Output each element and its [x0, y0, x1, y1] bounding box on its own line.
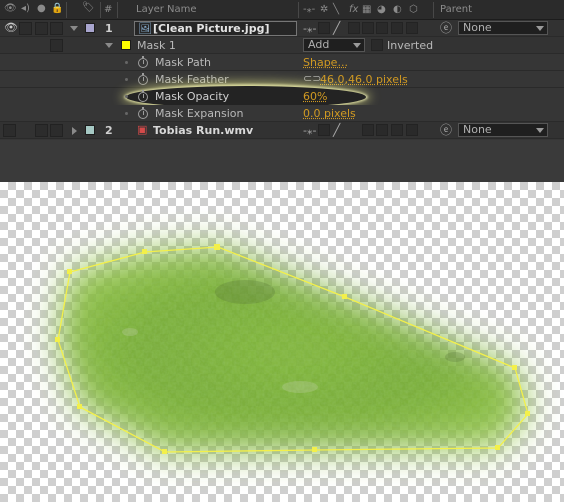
chevron-down-icon — [353, 43, 361, 48]
mask-feather-value[interactable]: 46.0,46.0 pixels — [320, 73, 408, 86]
solo-toggle[interactable] — [35, 22, 48, 35]
mask-mode-dropdown[interactable]: Add — [303, 38, 365, 52]
layer-label-color[interactable] — [85, 23, 95, 33]
collapse-switch-icon: ✲ — [320, 4, 329, 15]
property-label: Mask Opacity — [155, 90, 230, 103]
layer-name-header[interactable]: Layer Name — [136, 4, 197, 15]
fx-switch-icon: fx — [349, 4, 359, 15]
mask-lock-toggle[interactable] — [50, 39, 63, 52]
property-label: Mask Expansion — [155, 107, 244, 120]
adjustment-switch[interactable] — [391, 22, 403, 34]
collapse-switch[interactable] — [318, 22, 330, 34]
mask-expansion-value[interactable]: 0.0 pixels — [303, 107, 356, 120]
layer-number: 1 — [105, 22, 113, 35]
parent-pickwhip-icon[interactable]: ⓔ — [440, 124, 452, 136]
audio-toggle[interactable] — [19, 22, 32, 35]
quality-switch-icon[interactable]: ╱ — [333, 124, 340, 136]
chevron-down-icon — [536, 26, 544, 31]
composition-viewer[interactable] — [0, 182, 564, 502]
layer-label-color[interactable] — [85, 125, 95, 135]
motion-blur-switch[interactable] — [376, 22, 388, 34]
property-label: Mask Path — [155, 56, 211, 69]
layer-number-header: # — [104, 4, 113, 15]
parent-dropdown[interactable]: None — [458, 21, 548, 35]
quality-switch-icon[interactable]: ╱ — [333, 22, 340, 34]
3d-switch[interactable] — [406, 22, 418, 34]
solo-toggle[interactable] — [35, 124, 48, 137]
layer-name[interactable]: Tobias Run.wmv — [153, 124, 253, 137]
3d-layer-icon: ⬡ — [409, 4, 418, 15]
frame-blend-icon: ▦ — [362, 4, 372, 15]
mask-color-swatch[interactable] — [121, 40, 131, 50]
composition-canvas[interactable] — [0, 182, 564, 502]
mask-opacity-value[interactable]: 60% — [303, 90, 327, 103]
lock-toggle[interactable] — [50, 22, 63, 35]
collapse-switch[interactable] — [318, 124, 330, 136]
image-footage-icon: 🖼 — [138, 22, 152, 35]
mask-expansion-row: Mask Expansion 0.0 pixels — [0, 105, 564, 122]
visibility-toggle[interactable] — [3, 124, 16, 137]
chevron-down-icon — [536, 128, 544, 133]
3d-switch[interactable] — [406, 124, 418, 136]
parent-value: None — [463, 123, 492, 136]
effect-switch[interactable] — [348, 22, 360, 34]
shy-switch-icon[interactable]: -⁎- — [303, 23, 316, 35]
video-footage-icon: ▣ — [137, 123, 148, 136]
mask-mode-value: Add — [308, 38, 330, 51]
shy-switch-icon[interactable]: -⁎- — [303, 125, 316, 137]
parent-value: None — [463, 21, 492, 34]
mask-feather-row: Mask Feather ⊂⊃ 46.0,46.0 pixels — [0, 71, 564, 88]
parent-pickwhip-icon[interactable]: ⓔ — [440, 22, 452, 34]
stopwatch-icon[interactable] — [138, 73, 148, 85]
adjustment-switch[interactable] — [391, 124, 403, 136]
mask-opacity-row: Mask Opacity 60% — [0, 88, 564, 105]
layer-number: 2 — [105, 124, 113, 137]
lock-toggle[interactable] — [50, 124, 63, 137]
inverted-checkbox[interactable] — [371, 39, 383, 51]
mask-path-value[interactable]: Shape... — [303, 56, 348, 69]
eye-column-icon: 👁 — [4, 3, 17, 14]
shy-switch-icon: -⁎- — [303, 4, 316, 15]
mask-name[interactable]: Mask 1 — [137, 39, 176, 52]
property-label: Mask Feather — [155, 73, 229, 86]
constrain-link-icon[interactable]: ⊂⊃ — [303, 73, 321, 85]
timeline-empty-area — [0, 140, 564, 182]
stopwatch-icon[interactable] — [138, 90, 148, 102]
parent-dropdown[interactable]: None — [458, 123, 548, 137]
expand-layer-1-icon[interactable] — [70, 26, 78, 31]
adjustment-layer-icon: ◐ — [393, 4, 402, 15]
lock-column-icon: 🔒 — [51, 3, 64, 14]
layer-name[interactable]: [Clean Picture.jpg] — [153, 22, 269, 35]
inverted-label: Inverted — [387, 39, 434, 52]
timeline-header: 👁 ◂) ● 🔒 🏷 # Layer Name -⁎- ✲ ╲ fx ▦ ◕ ◐… — [0, 0, 564, 20]
timeline-panel: 👁 ◂) ● 🔒 🏷 # Layer Name -⁎- ✲ ╲ fx ▦ ◕ ◐… — [0, 0, 564, 182]
stopwatch-icon[interactable] — [138, 107, 148, 119]
label-column-icon: 🏷 — [82, 2, 95, 13]
motion-blur-icon: ◕ — [377, 4, 386, 15]
layer-row-2[interactable]: 2 ▣ Tobias Run.wmv -⁎- ╱ ⓔ None — [0, 122, 564, 139]
stopwatch-icon[interactable] — [138, 56, 148, 68]
expand-layer-2-icon[interactable] — [72, 127, 77, 135]
audio-column-icon: ◂) — [21, 3, 30, 14]
parent-header: Parent — [440, 4, 473, 15]
expand-mask-icon[interactable] — [105, 43, 113, 48]
layer-name-field[interactable]: 🖼 [Clean Picture.jpg] — [134, 21, 297, 36]
frame-blend-switch[interactable] — [362, 124, 374, 136]
layer-row-1[interactable]: 👁 1 🖼 [Clean Picture.jpg] -⁎- ╱ ⓔ None — [0, 20, 564, 37]
mask-path-row: Mask Path Shape... — [0, 54, 564, 71]
motion-blur-switch[interactable] — [376, 124, 388, 136]
mask-row[interactable]: Mask 1 Add Inverted — [0, 37, 564, 54]
visibility-eye-icon[interactable]: 👁 — [4, 22, 18, 34]
frame-blend-switch[interactable] — [362, 22, 374, 34]
quality-switch-icon: ╲ — [333, 4, 340, 15]
solo-column-icon: ● — [37, 3, 46, 14]
